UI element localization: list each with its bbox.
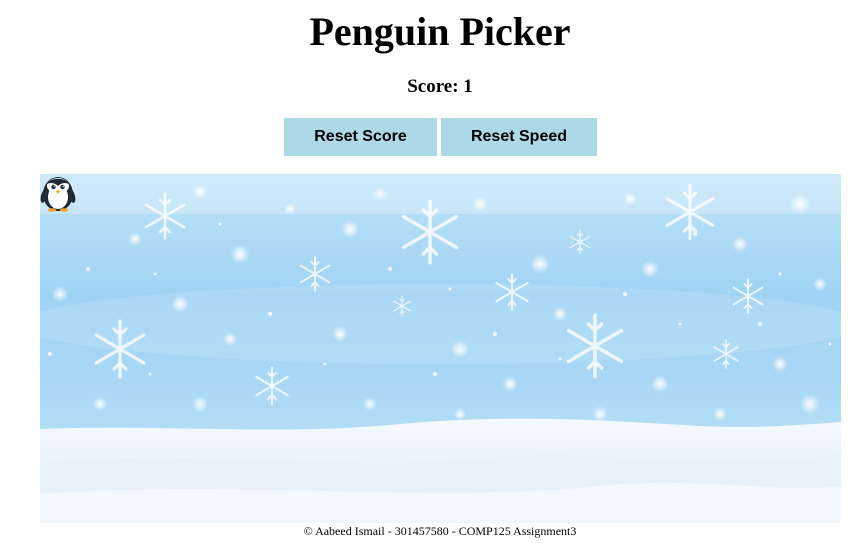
game-canvas[interactable] [40, 174, 841, 523]
penguin-icon[interactable] [40, 174, 76, 212]
reset-score-button[interactable]: Reset Score [284, 118, 437, 156]
footer-credit: © Aabeed Ismail - 301457580 - COMP125 As… [303, 524, 577, 538]
page-title: Penguin Picker [309, 9, 571, 54]
score-display: Score: 1 [407, 76, 473, 97]
winter-background [40, 174, 841, 523]
reset-speed-button[interactable]: Reset Speed [441, 118, 597, 156]
